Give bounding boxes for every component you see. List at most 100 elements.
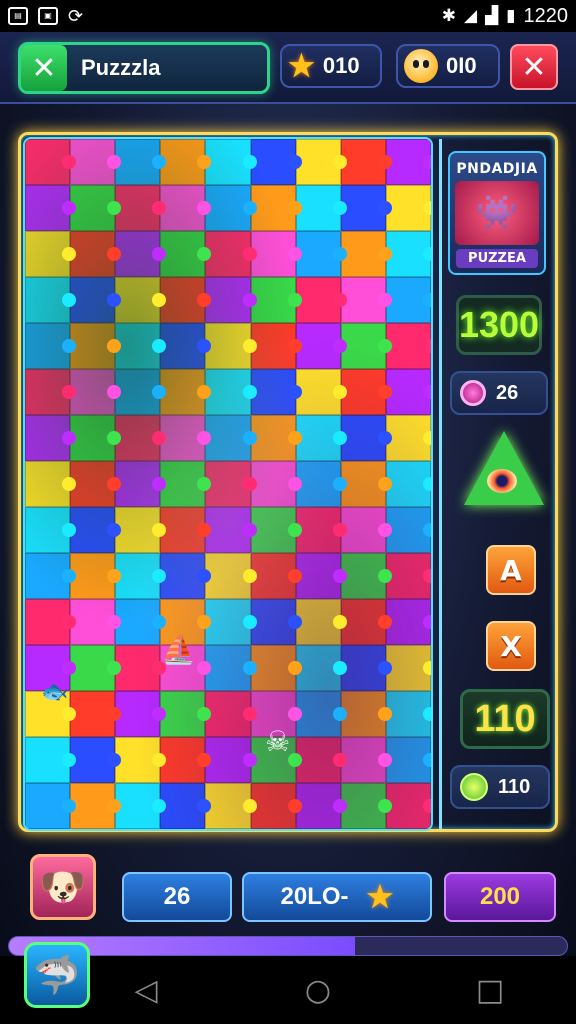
puzzle-piece[interactable] — [340, 185, 386, 231]
puzzle-piece[interactable] — [115, 277, 161, 323]
puzzle-piece[interactable] — [205, 737, 251, 783]
puzzle-piece[interactable] — [340, 737, 386, 783]
puzzle-piece[interactable] — [205, 645, 251, 691]
puzzle-piece[interactable] — [25, 139, 71, 185]
puzzle-piece[interactable] — [25, 783, 71, 829]
puzzle-piece[interactable] — [250, 415, 296, 461]
puzzle-piece[interactable] — [295, 507, 341, 553]
puzzle-piece[interactable] — [250, 139, 296, 185]
puzzle-piece[interactable] — [295, 185, 341, 231]
puzzle-piece[interactable] — [25, 185, 71, 231]
puzzle-piece[interactable] — [25, 415, 71, 461]
puzzle-piece[interactable] — [115, 323, 161, 369]
puzzle-piece[interactable] — [385, 323, 431, 369]
hints-counter[interactable]: 26 — [450, 371, 548, 415]
puzzle-piece[interactable] — [25, 231, 71, 277]
puzzle-piece[interactable] — [70, 691, 116, 737]
a-button[interactable]: A — [486, 545, 536, 595]
puzzle-piece[interactable] — [205, 369, 251, 415]
puzzle-piece[interactable] — [295, 645, 341, 691]
puzzle-piece[interactable] — [340, 599, 386, 645]
puzzle-piece[interactable] — [295, 369, 341, 415]
puzzle-piece[interactable] — [160, 461, 206, 507]
puzzle-piece[interactable] — [205, 323, 251, 369]
shark-avatar[interactable]: 🦈 — [24, 942, 90, 1008]
crossbones-piece-icon[interactable]: ☠ — [265, 725, 290, 758]
puzzle-piece[interactable] — [70, 369, 116, 415]
exit-button[interactable]: ✕ — [21, 45, 67, 91]
puzzle-piece[interactable] — [115, 185, 161, 231]
puzzle-piece[interactable] — [340, 507, 386, 553]
fish-piece-icon[interactable]: 🐟 — [41, 680, 68, 705]
puzzle-piece[interactable] — [295, 415, 341, 461]
stars-counter[interactable]: ★ 010 — [280, 44, 382, 88]
puzzle-piece[interactable] — [25, 507, 71, 553]
puzzle-piece[interactable] — [250, 277, 296, 323]
puzzle-piece[interactable] — [340, 783, 386, 829]
ship-piece-icon[interactable]: ⛵ — [161, 633, 196, 666]
puzzle-piece[interactable] — [25, 599, 71, 645]
puzzle-piece[interactable] — [115, 599, 161, 645]
puzzle-piece[interactable] — [340, 461, 386, 507]
puzzle-piece[interactable] — [25, 461, 71, 507]
close-button[interactable]: ✕ — [510, 44, 558, 90]
points-pill[interactable]: 20LO-­ ★ — [242, 872, 432, 922]
puzzle-piece[interactable] — [340, 691, 386, 737]
puzzle-piece[interactable] — [205, 507, 251, 553]
puzzle-piece[interactable] — [205, 599, 251, 645]
puzzle-piece[interactable] — [250, 461, 296, 507]
puzzle-piece[interactable] — [115, 737, 161, 783]
puzzle-piece[interactable] — [385, 461, 431, 507]
player-avatar[interactable]: 🐶 — [30, 854, 96, 920]
puzzle-piece[interactable] — [115, 783, 161, 829]
puzzle-piece[interactable] — [115, 369, 161, 415]
puzzle-piece[interactable] — [250, 369, 296, 415]
puzzle-piece[interactable] — [205, 461, 251, 507]
back-nav-icon[interactable]: ◁ — [116, 973, 176, 1008]
puzzle-piece[interactable] — [340, 415, 386, 461]
moves-pill[interactable]: 26 — [122, 872, 232, 922]
puzzle-piece[interactable] — [295, 783, 341, 829]
puzzle-piece[interactable] — [385, 553, 431, 599]
puzzle-piece[interactable] — [385, 599, 431, 645]
home-nav-icon[interactable]: ○ — [288, 973, 348, 1008]
puzzle-piece[interactable] — [115, 645, 161, 691]
puzzle-piece[interactable] — [250, 323, 296, 369]
puzzle-piece[interactable] — [250, 783, 296, 829]
puzzle-piece[interactable] — [295, 231, 341, 277]
puzzle-piece[interactable] — [115, 231, 161, 277]
puzzle-piece[interactable] — [115, 553, 161, 599]
puzzle-piece[interactable] — [385, 737, 431, 783]
puzzle-piece[interactable] — [250, 553, 296, 599]
puzzle-piece[interactable] — [160, 737, 206, 783]
puzzle-piece[interactable] — [295, 553, 341, 599]
x-button[interactable]: X — [486, 621, 536, 671]
puzzle-piece[interactable] — [25, 369, 71, 415]
puzzle-piece[interactable] — [385, 139, 431, 185]
puzzle-piece[interactable] — [250, 599, 296, 645]
puzzle-piece[interactable] — [250, 185, 296, 231]
puzzle-piece[interactable] — [160, 783, 206, 829]
puzzle-piece[interactable] — [70, 507, 116, 553]
puzzle-piece[interactable] — [160, 323, 206, 369]
puzzle-piece[interactable] — [70, 461, 116, 507]
puzzle-piece[interactable] — [70, 185, 116, 231]
puzzle-piece[interactable] — [205, 139, 251, 185]
puzzle-piece[interactable] — [160, 507, 206, 553]
puzzle-piece[interactable] — [160, 277, 206, 323]
puzzle-grid[interactable] — [23, 137, 433, 831]
puzzle-piece[interactable] — [295, 461, 341, 507]
total-pill[interactable]: 200 — [444, 872, 556, 922]
puzzle-piece[interactable] — [385, 507, 431, 553]
puzzle-piece[interactable] — [340, 369, 386, 415]
puzzle-piece[interactable] — [205, 415, 251, 461]
puzzle-piece[interactable] — [70, 553, 116, 599]
puzzle-piece[interactable] — [340, 139, 386, 185]
puzzle-piece[interactable] — [205, 783, 251, 829]
puzzle-piece[interactable] — [385, 277, 431, 323]
puzzle-piece[interactable] — [205, 277, 251, 323]
puzzle-piece[interactable] — [295, 691, 341, 737]
puzzle-piece[interactable] — [295, 737, 341, 783]
puzzle-piece[interactable] — [70, 231, 116, 277]
puzzle-piece[interactable] — [70, 323, 116, 369]
